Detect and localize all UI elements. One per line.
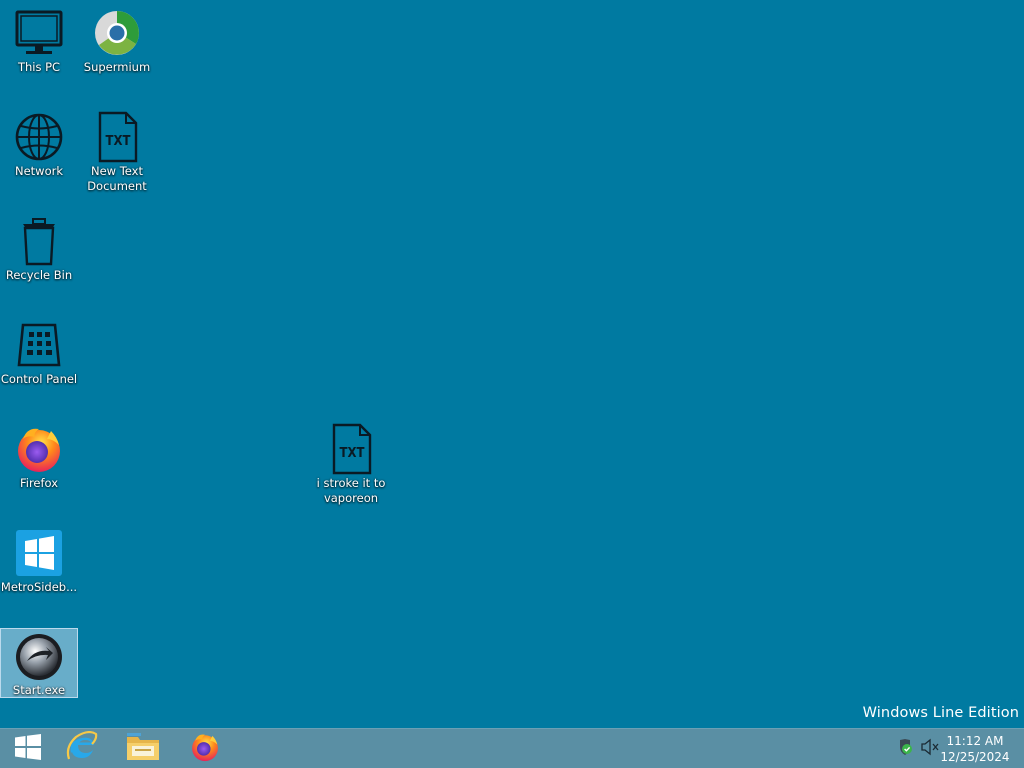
firefox-icon xyxy=(12,422,66,476)
taskbar: 11:12 AM 12/25/2024 xyxy=(0,728,1024,768)
taskbar-internet-explorer[interactable] xyxy=(54,729,110,768)
desktop-icon-label: MetroSideb... xyxy=(0,580,78,594)
folder-icon xyxy=(126,732,160,766)
desktop-icon-label: Start.exe xyxy=(12,683,66,697)
text-file-icon: TXT xyxy=(90,110,144,164)
start-button[interactable] xyxy=(0,729,56,768)
desktop-icon-label: Supermium xyxy=(83,60,151,74)
desktop-icon-label: Recycle Bin xyxy=(5,268,73,282)
security-shield-icon xyxy=(896,738,914,760)
supermium-browser-icon xyxy=(90,6,144,60)
firefox-icon xyxy=(189,731,221,767)
monitor-icon xyxy=(12,6,66,60)
clock-time: 11:12 AM xyxy=(946,734,1004,748)
desktop-icon-label: Firefox xyxy=(19,476,59,490)
desktop-icon-recycle-bin[interactable]: Recycle Bin xyxy=(1,212,77,283)
windows-logo-icon xyxy=(14,733,42,765)
clock-date: 12/25/2024 xyxy=(940,750,1010,764)
desktop-icon-firefox[interactable]: Firefox xyxy=(1,420,77,491)
desktop-icon-new-text-document[interactable]: TXT New Text Document xyxy=(79,108,155,194)
globe-icon xyxy=(12,110,66,164)
control-panel-icon xyxy=(12,318,66,372)
start-orb-icon xyxy=(12,631,66,683)
desktop-icon-start-exe[interactable]: Start.exe xyxy=(0,628,78,698)
desktop-icon-supermium[interactable]: Supermium xyxy=(79,4,155,75)
trash-icon xyxy=(12,214,66,268)
speaker-muted-icon xyxy=(920,738,940,760)
desktop-icon-this-pc[interactable]: This PC xyxy=(1,4,77,75)
windows-tile-icon xyxy=(12,526,66,580)
desktop-icon-text-file-vaporeon[interactable]: TXT i stroke it to vaporeon xyxy=(313,420,389,506)
taskbar-clock[interactable]: 11:12 AM 12/25/2024 xyxy=(940,733,1010,765)
svg-text:TXT: TXT xyxy=(340,446,365,461)
edition-watermark: Windows Line Edition xyxy=(862,705,1019,721)
taskbar-file-explorer[interactable] xyxy=(115,729,171,768)
internet-explorer-icon xyxy=(66,730,98,767)
tray-volume-icon-wrap[interactable] xyxy=(918,729,942,768)
desktop[interactable]: This PC Supermium Network TXT New Text D… xyxy=(0,0,1024,728)
desktop-icon-control-panel[interactable]: Control Panel xyxy=(1,316,77,387)
desktop-icon-label: i stroke it to vaporeon xyxy=(316,476,386,505)
taskbar-firefox[interactable] xyxy=(177,729,233,768)
desktop-icon-network[interactable]: Network xyxy=(1,108,77,179)
desktop-icon-label: New Text Document xyxy=(87,164,147,193)
desktop-icon-label: Control Panel xyxy=(0,372,78,386)
text-file-icon: TXT xyxy=(324,422,378,476)
svg-text:TXT: TXT xyxy=(106,134,131,149)
desktop-icon-metrosidebar[interactable]: MetroSideb... xyxy=(1,524,77,595)
tray-security-icon-wrap[interactable] xyxy=(894,729,916,768)
